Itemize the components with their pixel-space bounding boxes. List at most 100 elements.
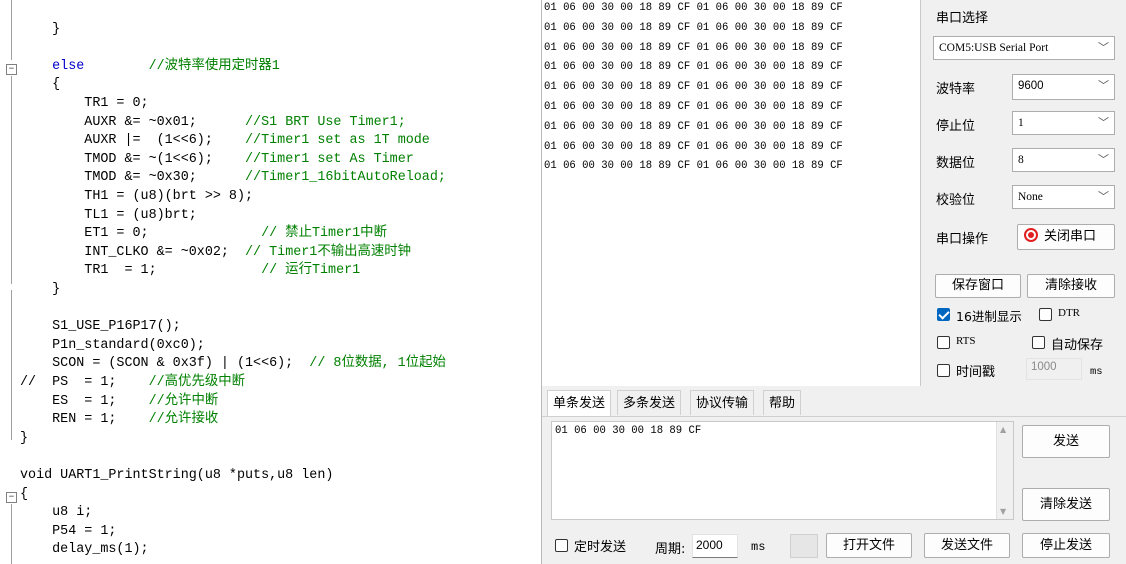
code-text: delay_ms(1);	[20, 542, 149, 558]
send-scrollbar[interactable]: ▲ ▼	[996, 422, 1013, 519]
code-line: TH1 = (u8)(brt >> 8);	[20, 188, 253, 206]
chevron-down-icon: ﹀	[1098, 41, 1109, 54]
code-text: {	[20, 77, 61, 93]
code-line: P54 = 1;	[20, 523, 116, 541]
scroll-down-icon[interactable]: ▼	[1000, 507, 1006, 516]
timed-send-checkbox[interactable]	[555, 539, 568, 552]
auto-save-checkbox[interactable]	[1032, 336, 1045, 349]
blank-button[interactable]	[790, 534, 818, 558]
code-text: }	[20, 282, 61, 297]
settings-panel: 串口选择 COM5:USB Serial Port ﹀ 波特率 9600 ﹀ 停…	[922, 0, 1126, 386]
hex-display-label: 16进制显示	[956, 309, 1022, 324]
scroll-up-icon[interactable]: ▲	[1000, 425, 1006, 434]
code-text: }	[20, 430, 29, 446]
code-line: else //波特率使用定时器1	[20, 58, 280, 76]
fold-line	[11, 504, 12, 564]
chevron-down-icon: ﹀	[1098, 116, 1109, 129]
clear-send-button[interactable]: 清除发送	[1022, 488, 1110, 521]
code-text: TL1 = (u8)brt;	[20, 207, 197, 223]
tab-single-send[interactable]: 单条发送	[547, 390, 612, 417]
stopbits-value: 1	[1018, 117, 1024, 129]
code-text: AUXR &= ~0x01;	[20, 114, 197, 130]
code-editor[interactable]: − − } else //波特率使用定时器1 { TR1 = 0; AUXR &…	[0, 0, 540, 564]
port-select[interactable]: COM5:USB Serial Port ﹀	[933, 36, 1115, 60]
fold-collapse-icon[interactable]: −	[6, 64, 17, 75]
stop-send-button[interactable]: 停止发送	[1022, 533, 1110, 558]
tab-help[interactable]: 帮助	[763, 390, 802, 415]
code-line: u8 i;	[20, 504, 92, 522]
code-line: // PS = 1; //高优先级中断	[20, 374, 245, 392]
tab-protocol[interactable]: 协议传输	[690, 390, 755, 415]
code-line: }	[20, 430, 28, 448]
send-textarea[interactable]: 01 06 00 30 00 18 89 CF ▲ ▼	[551, 421, 1014, 520]
chevron-down-icon: ﹀	[1098, 79, 1109, 92]
code-line: AUXR &= ~0x01; //S1 BRT Use Timer1;	[20, 114, 406, 132]
code-spacing	[213, 133, 245, 148]
fold-line	[11, 76, 12, 284]
fold-line	[11, 290, 12, 440]
timestamp-unit: ms	[1090, 366, 1103, 378]
rts-label: RTS	[956, 335, 976, 347]
hex-display-checkbox[interactable]	[937, 308, 950, 321]
close-port-button[interactable]: 关闭串口	[1017, 224, 1115, 250]
timed-send-label: 定时发送	[574, 540, 627, 555]
code-spacing	[116, 375, 148, 390]
send-tabs: 单条发送 多条发送 协议传输 帮助	[542, 390, 1126, 417]
code-comment: //允许中断	[148, 393, 219, 409]
code-line: TMOD &= ~(1<<6); //Timer1 set As Timer	[20, 151, 413, 169]
code-spacing	[157, 263, 261, 278]
code-line: delay_ms(1);	[20, 541, 149, 559]
timestamp-label: 时间戳	[956, 365, 996, 380]
code-line: TR1 = 0;	[20, 95, 148, 113]
code-text: // PS = 1;	[20, 375, 117, 390]
fold-collapse-icon[interactable]: −	[6, 492, 17, 503]
code-text: void UART1_PrintString(u8 *puts,u8 len)	[20, 468, 334, 483]
receive-line: 01 06 00 30 00 18 89 CF 01 06 00 30 00 1…	[544, 61, 843, 74]
code-line: S1_USE_P16P17();	[20, 318, 181, 336]
send-button[interactable]: 发送	[1022, 425, 1110, 458]
period-unit: ms	[751, 540, 766, 554]
receive-line: 01 06 00 30 00 18 89 CF 01 06 00 30 00 1…	[544, 160, 843, 173]
stopbits-select[interactable]: 1 ﹀	[1012, 111, 1115, 135]
parity-select[interactable]: None ﹀	[1012, 185, 1115, 209]
send-file-button[interactable]: 发送文件	[924, 533, 1010, 558]
baud-value: 9600	[1018, 80, 1044, 92]
code-spacing	[116, 394, 148, 409]
code-text: TMOD &= ~0x30;	[20, 170, 197, 186]
code-comment: // 运行Timer1	[261, 263, 361, 279]
send-text: 01 06 00 30 00 18 89 CF	[555, 425, 702, 437]
code-line: }	[20, 281, 60, 299]
code-text: u8 i;	[20, 505, 93, 521]
code-comment: //S1 BRT Use Timer1;	[245, 114, 406, 130]
stopbits-label: 停止位	[936, 119, 976, 134]
code-text: TH1 = (u8)(brt >> 8);	[20, 189, 254, 204]
fold-line	[11, 0, 12, 60]
code-text: SCON = (SCON & 0x3f) | (1<<6);	[20, 356, 294, 372]
dtr-checkbox[interactable]	[1039, 308, 1052, 321]
receive-area[interactable]: 01 06 00 30 00 18 89 CF 01 06 00 30 00 1…	[542, 0, 921, 386]
code-text: TR1 = 1;	[20, 263, 157, 279]
timestamp-input[interactable]: 1000	[1026, 358, 1082, 380]
rts-checkbox[interactable]	[937, 336, 950, 349]
period-input[interactable]: 2000	[692, 534, 738, 558]
parity-label: 校验位	[936, 193, 976, 208]
tab-multi-send[interactable]: 多条发送	[617, 390, 682, 415]
code-line: {	[20, 76, 60, 94]
databits-value: 8	[1018, 154, 1024, 166]
code-spacing	[149, 226, 262, 241]
code-spacing	[213, 152, 245, 167]
baud-select[interactable]: 9600 ﹀	[1012, 74, 1115, 100]
code-comment: // Timer1不输出高速时钟	[245, 244, 412, 260]
clear-receive-button[interactable]: 清除接收	[1027, 274, 1115, 298]
code-text: }	[20, 21, 61, 37]
save-window-button[interactable]: 保存窗口	[935, 274, 1021, 298]
receive-line: 01 06 00 30 00 18 89 CF 01 06 00 30 00 1…	[544, 101, 843, 113]
databits-select[interactable]: 8 ﹀	[1012, 148, 1115, 172]
code-text: ET1 = 0;	[20, 226, 149, 242]
code-line: ES = 1; //允许中断	[20, 393, 218, 411]
code-line	[20, 2, 84, 20]
timestamp-checkbox[interactable]	[937, 364, 950, 377]
code-line: P1n_standard(0xc0);	[20, 337, 205, 355]
open-file-button[interactable]: 打开文件	[826, 533, 912, 558]
